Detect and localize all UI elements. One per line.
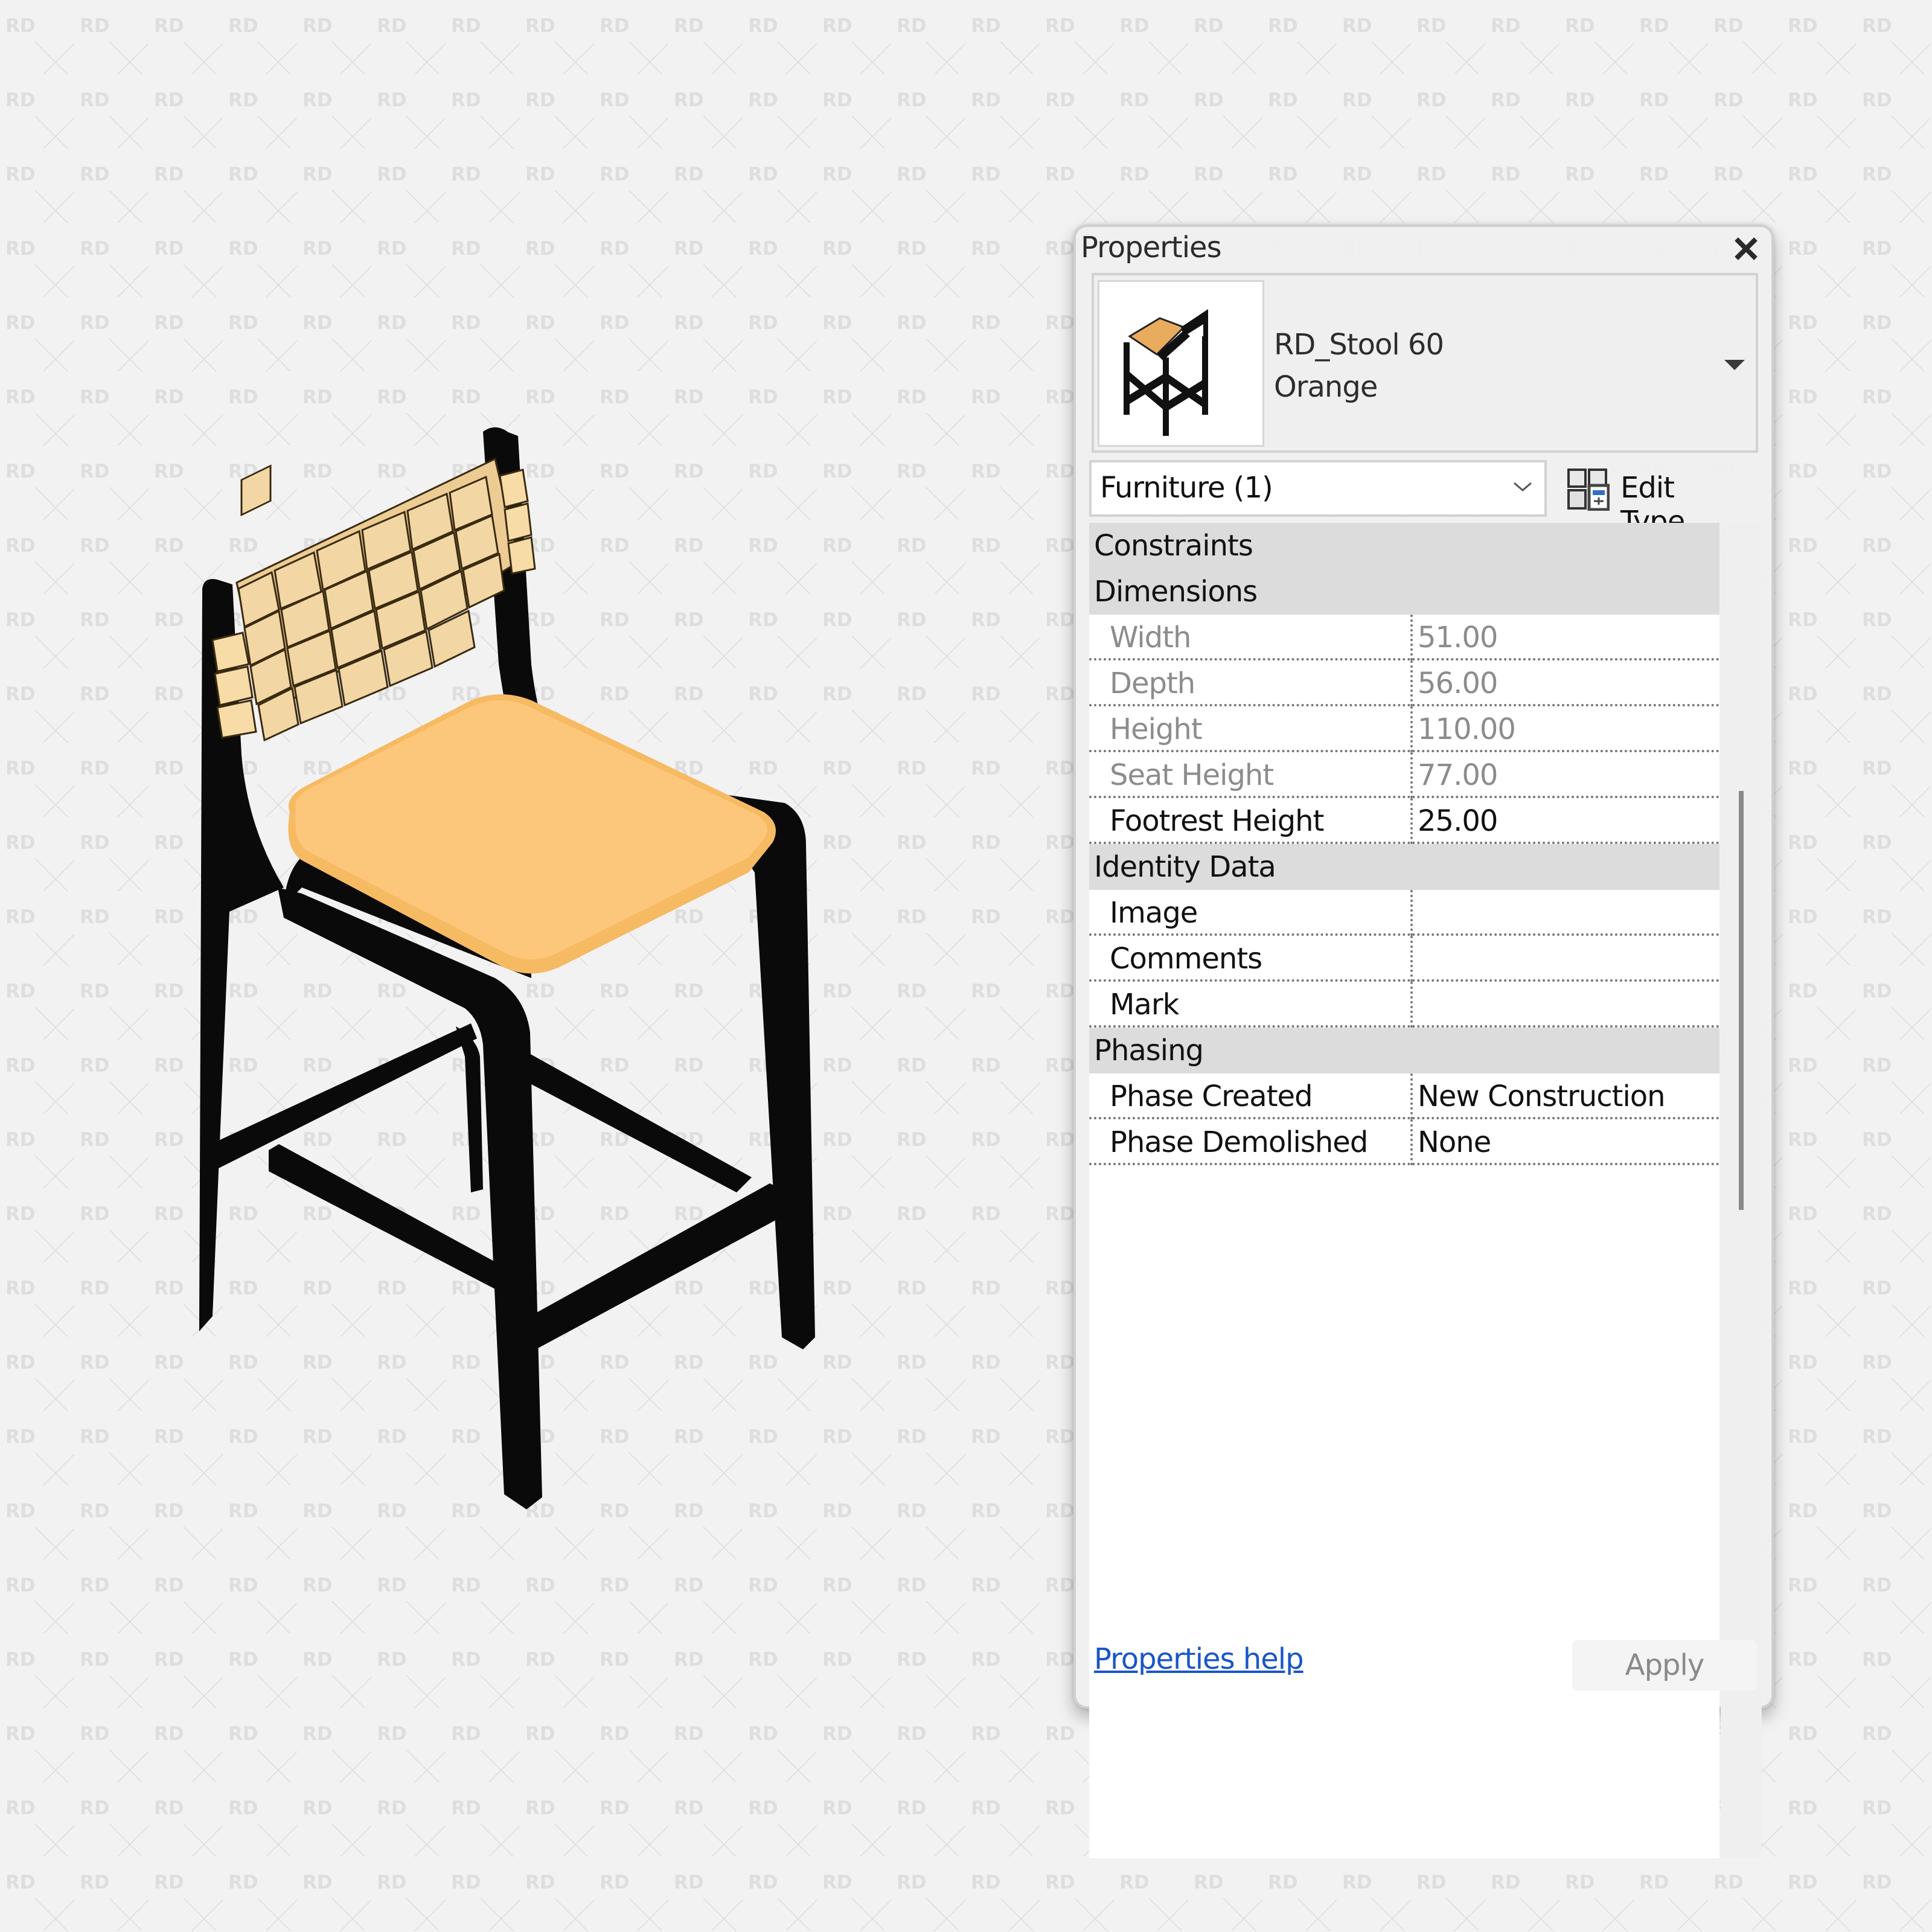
property-value-phase-created[interactable]: New Construction (1418, 1080, 1713, 1117)
property-row-width: Width 51.00 (1089, 615, 1719, 661)
property-value-seat-height: 77.00 (1418, 758, 1498, 792)
properties-palette: Properties RD_Stool 60 Orange Furniture … (1073, 225, 1774, 1858)
stool-thumbnail-icon (1124, 309, 1208, 436)
close-icon (1735, 237, 1758, 260)
property-label: Seat Height (1110, 758, 1274, 792)
type-thumbnail (1098, 280, 1264, 447)
property-label: Depth (1110, 667, 1195, 700)
scrollbar-thumb[interactable] (1739, 791, 1744, 1210)
property-value-comments[interactable] (1418, 942, 1713, 979)
edit-type-icon (1567, 469, 1610, 511)
property-label: Height (1110, 712, 1203, 746)
category-filter-dropdown[interactable]: Furniture (1) (1089, 460, 1547, 517)
property-row-phase-demolished[interactable]: Phase Demolished None (1089, 1119, 1719, 1165)
type-family-name: RD_Stool 60 (1274, 328, 1444, 362)
property-row-comments[interactable]: Comments (1089, 936, 1719, 982)
property-row-phase-created[interactable]: Phase Created New Construction (1089, 1073, 1719, 1119)
stool-3d-render[interactable] (181, 411, 845, 1521)
property-label: Width (1110, 621, 1191, 654)
column-divider (1410, 752, 1413, 798)
chevron-down-icon (1514, 482, 1532, 491)
apply-button[interactable]: Apply (1572, 1640, 1757, 1690)
property-value-mark[interactable] (1418, 988, 1713, 1025)
property-value-width: 51.00 (1418, 621, 1498, 654)
property-row-image[interactable]: Image (1089, 890, 1719, 936)
property-value-depth: 56.00 (1418, 667, 1498, 700)
group-label: Dimensions (1094, 575, 1258, 609)
type-selector[interactable]: RD_Stool 60 Orange (1092, 273, 1758, 453)
column-divider (1410, 936, 1413, 982)
properties-help-link[interactable]: Properties help (1094, 1642, 1304, 1676)
property-row-footrest-height[interactable]: Footrest Height 25.00 (1089, 798, 1719, 844)
property-label: Image (1110, 896, 1198, 930)
column-divider (1410, 661, 1413, 706)
property-value-image[interactable] (1418, 896, 1713, 933)
column-divider (1410, 982, 1413, 1028)
property-label: Mark (1110, 988, 1179, 1022)
panel-title: Properties (1081, 231, 1222, 264)
group-label: Constraints (1094, 529, 1253, 563)
property-label: Footrest Height (1110, 804, 1324, 838)
property-row-depth: Depth 56.00 (1089, 661, 1719, 706)
close-button[interactable] (1730, 233, 1762, 264)
group-header-constraints[interactable]: Constraints (1089, 523, 1719, 569)
group-label: Identity Data (1094, 850, 1276, 884)
dropdown-arrow-icon[interactable] (1724, 360, 1745, 370)
group-label: Phasing (1094, 1034, 1204, 1067)
property-value-footrest-height[interactable]: 25.00 (1418, 804, 1713, 842)
group-header-identity-data[interactable]: Identity Data (1089, 844, 1719, 890)
column-divider (1410, 798, 1413, 844)
column-divider (1410, 890, 1413, 936)
property-row-height: Height 110.00 (1089, 706, 1719, 752)
column-divider (1410, 615, 1413, 661)
type-name: Orange (1274, 370, 1378, 404)
property-row-seat-height: Seat Height 77.00 (1089, 752, 1719, 798)
property-value-phase-demolished[interactable]: None (1418, 1125, 1713, 1163)
property-label: Comments (1110, 942, 1262, 976)
column-divider (1410, 706, 1413, 752)
column-divider (1410, 1119, 1413, 1165)
property-row-mark[interactable]: Mark (1089, 982, 1719, 1028)
category-filter-value: Furniture (1) (1100, 471, 1273, 505)
column-divider (1410, 1073, 1413, 1119)
edit-type-button[interactable]: Edit Type (1565, 464, 1746, 539)
group-header-phasing[interactable]: Phasing (1089, 1028, 1719, 1073)
group-header-dimensions[interactable]: Dimensions (1089, 569, 1719, 615)
property-label: Phase Created (1110, 1080, 1313, 1113)
property-label: Phase Demolished (1110, 1125, 1368, 1159)
property-value-height: 110.00 (1418, 712, 1516, 746)
